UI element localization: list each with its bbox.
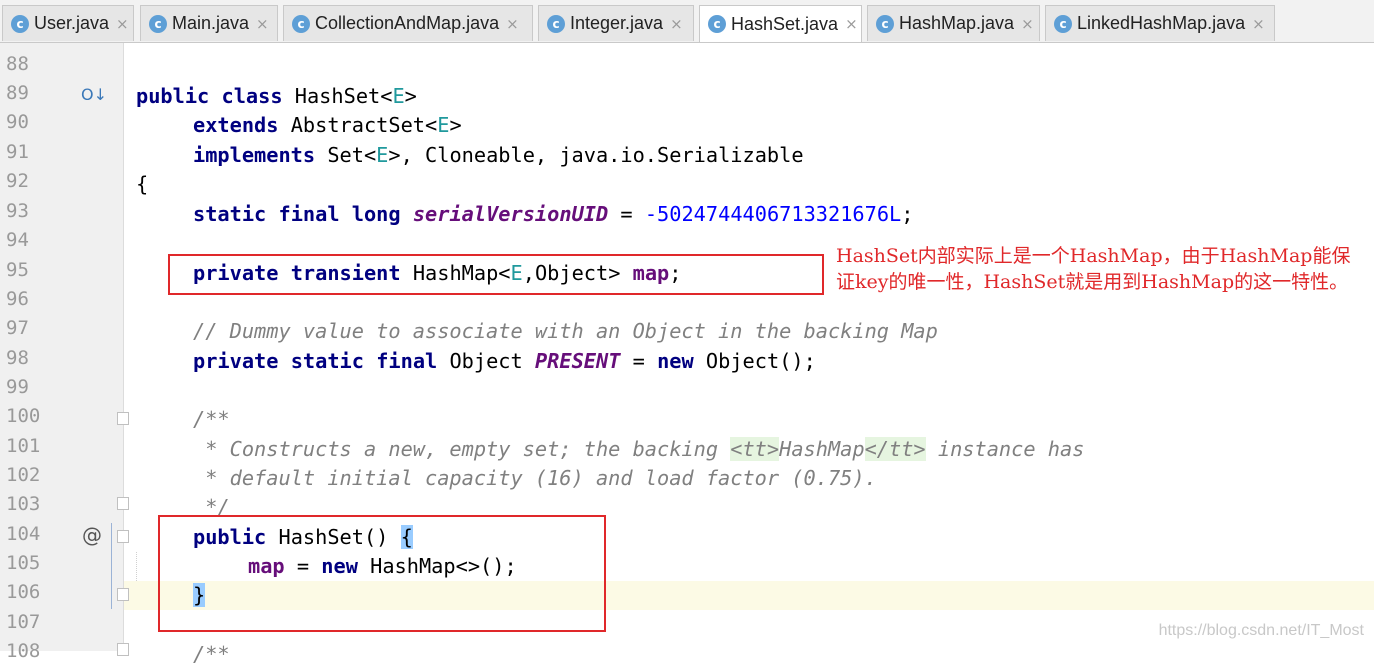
highlight-box-map-field bbox=[168, 254, 824, 295]
class-file-icon: c bbox=[547, 14, 565, 33]
line-number: 93 bbox=[6, 200, 29, 222]
line-number: 89 bbox=[6, 82, 29, 104]
overrides-method-icon[interactable]: O↓ bbox=[81, 85, 107, 104]
code-line-102: * default initial capacity (16) and load… bbox=[193, 466, 877, 490]
code-line-92: { bbox=[136, 172, 149, 196]
close-icon[interactable]: × bbox=[1021, 15, 1034, 33]
class-file-icon: c bbox=[1054, 14, 1072, 33]
method-range-marker bbox=[111, 523, 112, 609]
code-line-98: private static final Object PRESENT = ne… bbox=[193, 349, 816, 373]
line-number: 91 bbox=[6, 141, 29, 163]
annotation-icon[interactable]: @ bbox=[82, 523, 102, 547]
tab-label: CollectionAndMap.java bbox=[315, 13, 500, 33]
close-icon[interactable]: × bbox=[1252, 15, 1265, 33]
fold-toggle-icon[interactable] bbox=[117, 588, 129, 601]
close-icon[interactable]: × bbox=[845, 15, 858, 33]
tab-label: HashMap.java bbox=[899, 13, 1015, 33]
class-file-icon: c bbox=[708, 15, 726, 33]
line-number: 102 bbox=[6, 464, 41, 486]
fold-toggle-icon[interactable] bbox=[117, 530, 129, 543]
watermark: https://blog.csdn.net/IT_Most bbox=[1158, 622, 1364, 639]
tab-user-java[interactable]: c User.java × bbox=[2, 5, 134, 41]
line-number: 99 bbox=[6, 376, 29, 398]
tab-label: HashSet.java bbox=[731, 13, 839, 34]
line-number: 107 bbox=[6, 611, 41, 633]
code-line-93: static final long serialVersionUID = -50… bbox=[193, 202, 914, 226]
line-number: 97 bbox=[6, 317, 29, 339]
fold-toggle-icon[interactable] bbox=[117, 497, 129, 510]
line-number: 96 bbox=[6, 288, 29, 310]
line-number: 106 bbox=[6, 581, 41, 603]
line-number: 104 bbox=[6, 523, 41, 545]
tab-main-java[interactable]: c Main.java × bbox=[140, 5, 278, 41]
editor-gutter: 88 89 90 91 92 93 94 95 96 97 98 99 100 … bbox=[0, 43, 124, 662]
line-number: 108 bbox=[6, 640, 41, 662]
close-icon[interactable]: × bbox=[670, 15, 683, 33]
close-icon[interactable]: × bbox=[116, 15, 129, 33]
fold-toggle-icon[interactable] bbox=[117, 412, 129, 425]
tab-label: User.java bbox=[34, 13, 110, 33]
code-line-90: extends AbstractSet<E> bbox=[193, 113, 462, 137]
code-line-101: * Constructs a new, empty set; the backi… bbox=[193, 437, 1085, 461]
line-number: 95 bbox=[6, 259, 29, 281]
tab-label: Integer.java bbox=[570, 13, 664, 33]
tab-label: Main.java bbox=[172, 13, 250, 33]
line-number: 90 bbox=[6, 111, 29, 133]
close-icon[interactable]: × bbox=[256, 15, 269, 33]
tab-linkedhashmap-java[interactable]: c LinkedHashMap.java × bbox=[1045, 5, 1275, 41]
code-line-91: implements Set<E>, Cloneable, java.io.Se… bbox=[193, 143, 804, 167]
code-line-89: public class HashSet<E> bbox=[136, 84, 417, 108]
line-number: 103 bbox=[6, 493, 41, 515]
class-file-icon: c bbox=[292, 14, 310, 33]
code-line-108: /** bbox=[193, 642, 230, 666]
close-icon[interactable]: × bbox=[506, 15, 519, 33]
editor-tab-bar: c User.java × c Main.java × c Collection… bbox=[0, 0, 1374, 43]
tab-hashmap-java[interactable]: c HashMap.java × bbox=[867, 5, 1040, 41]
class-file-icon: c bbox=[11, 14, 29, 33]
code-line-100: /** bbox=[193, 407, 230, 431]
tab-integer-java[interactable]: c Integer.java × bbox=[538, 5, 694, 41]
line-number: 105 bbox=[6, 552, 41, 574]
line-number: 100 bbox=[6, 405, 41, 427]
line-number: 94 bbox=[6, 229, 29, 251]
tab-collectionandmap-java[interactable]: c CollectionAndMap.java × bbox=[283, 5, 533, 41]
fold-toggle-icon[interactable] bbox=[117, 643, 129, 656]
highlight-box-constructor bbox=[158, 515, 606, 632]
line-number: 101 bbox=[6, 435, 41, 457]
class-file-icon: c bbox=[876, 14, 894, 33]
code-line-97: // Dummy value to associate with an Obje… bbox=[193, 319, 938, 343]
line-number: 92 bbox=[6, 170, 29, 192]
class-file-icon: c bbox=[149, 14, 167, 33]
line-number: 98 bbox=[6, 347, 29, 369]
indent-guide bbox=[136, 552, 138, 581]
annotation-note: HashSet内部实际上是一个HashMap，由于HashMap能保证key的唯… bbox=[836, 245, 1351, 293]
tab-label: LinkedHashMap.java bbox=[1077, 13, 1246, 33]
line-number: 88 bbox=[6, 53, 29, 75]
tab-hashset-java[interactable]: c HashSet.java × bbox=[699, 5, 862, 42]
